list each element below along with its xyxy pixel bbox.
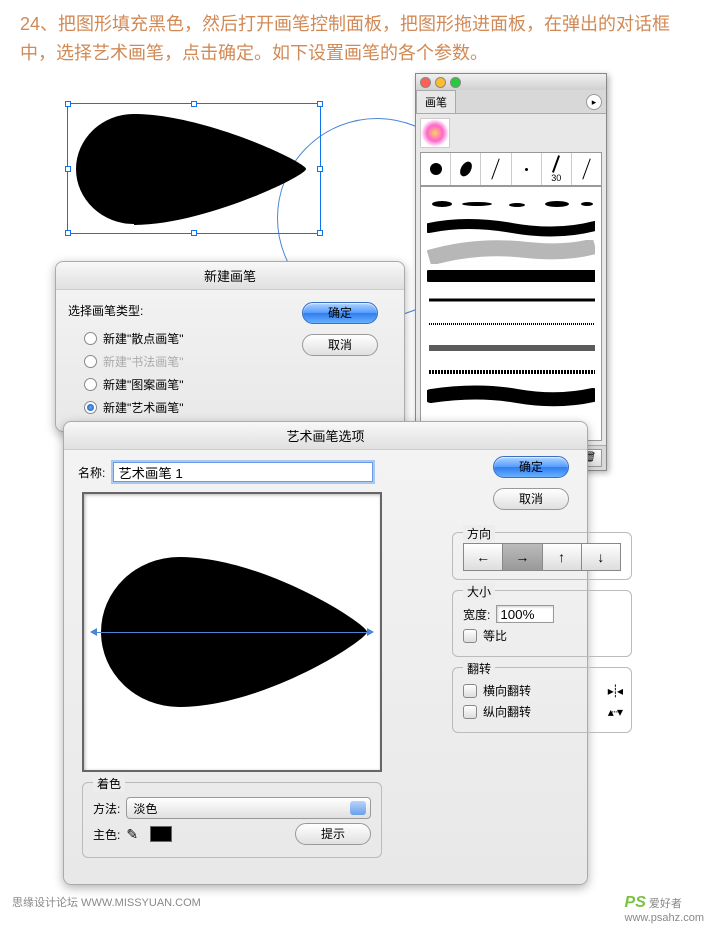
name-input[interactable] (113, 462, 373, 482)
ps-logo: PS (625, 894, 646, 911)
ratio-checkbox[interactable] (463, 629, 477, 643)
stroke-item[interactable] (427, 361, 595, 383)
brush-list[interactable] (420, 186, 602, 441)
flip-h-label: 横向翻转 (483, 682, 531, 699)
ratio-label: 等比 (483, 627, 507, 644)
dir-left-button[interactable]: ← (464, 544, 503, 570)
flip-v-checkbox[interactable] (463, 705, 477, 719)
stroke-item[interactable] (427, 337, 595, 359)
direction-group: 方向 ← → ↑ ↓ (452, 532, 632, 580)
handle-tl[interactable] (65, 101, 71, 107)
brush-round[interactable] (421, 153, 451, 185)
handle-mr[interactable] (317, 166, 323, 172)
brand-text: 爱好者 (649, 898, 682, 910)
brush-preview (82, 492, 382, 772)
zoom-icon[interactable] (450, 77, 461, 88)
panel-menu-button[interactable]: ▸ (586, 94, 602, 110)
handle-tr[interactable] (317, 101, 323, 107)
step-text: 把图形填充黑色，然后打开画笔控制面板，把图形拖进面板，在弹出的对话框中，选择艺术… (20, 14, 670, 63)
direction-line (96, 632, 368, 633)
handle-ml[interactable] (65, 166, 71, 172)
group-title: 着色 (93, 775, 125, 792)
cancel-button[interactable]: 取消 (302, 334, 378, 356)
stroke-item[interactable] (427, 289, 595, 311)
stroke-item[interactable] (427, 265, 595, 287)
teardrop-shape[interactable] (74, 112, 314, 227)
color-swatch[interactable] (150, 826, 172, 842)
handle-bl[interactable] (65, 230, 71, 236)
panel-titlebar[interactable] (416, 74, 606, 90)
tab-brushes[interactable]: 画笔 (416, 90, 456, 113)
brush-thumbnails: 30 (420, 152, 602, 186)
footer-url: www.psahz.com (625, 912, 704, 924)
brush-dot[interactable] (512, 153, 542, 185)
radio-calligraphy: 新建"书法画笔" (68, 350, 302, 373)
radio-pattern[interactable]: 新建"图案画笔" (68, 373, 302, 396)
stroke-item[interactable] (427, 385, 595, 407)
flip-v-label: 纵向翻转 (483, 703, 531, 720)
group-title: 翻转 (463, 660, 495, 677)
width-input[interactable] (496, 605, 554, 623)
arrow-right-icon (367, 628, 374, 636)
brush-panel: 画笔 ▸ 30 ✂ ✎ ⎘ 🗑 (415, 73, 607, 471)
radio-scatter[interactable]: 新建"散点画笔" (68, 327, 302, 350)
selection-box[interactable] (67, 103, 321, 234)
color-group: 着色 方法: 淡色 主色: ✎ 提示 (82, 782, 382, 858)
method-select[interactable]: 淡色 (126, 797, 371, 819)
type-label: 选择画笔类型: (68, 302, 302, 319)
step-number: 24、 (20, 14, 58, 34)
hint-button[interactable]: 提示 (295, 823, 371, 845)
dialog-title: 新建画笔 (56, 262, 404, 290)
flip-h-icon: ▸┊◂ (608, 684, 621, 698)
flip-v-icon: ▴┈▾ (608, 705, 621, 719)
dialog-title: 艺术画笔选项 (64, 422, 587, 450)
radio-art[interactable]: 新建"艺术画笔" (68, 396, 302, 419)
art-brush-options-dialog: 艺术画笔选项 名称: 确定 取消 方向 ← → ↑ ↓ (63, 421, 588, 885)
method-label: 方法: (93, 800, 120, 817)
name-label: 名称: (78, 464, 105, 481)
brush-oval[interactable] (451, 153, 481, 185)
brush-line1[interactable] (481, 153, 511, 185)
close-icon[interactable] (420, 77, 431, 88)
footer-left: 思缘设计论坛 WWW.MISSYUAN.COM (12, 894, 201, 924)
cancel-button[interactable]: 取消 (493, 488, 569, 510)
page-footer: 思缘设计论坛 WWW.MISSYUAN.COM PS 爱好者 www.psahz.… (0, 890, 716, 928)
ok-button[interactable]: 确定 (302, 302, 378, 324)
dir-up-button[interactable]: ↑ (543, 544, 582, 570)
handle-bm[interactable] (191, 230, 197, 236)
dir-down-button[interactable]: ↓ (582, 544, 620, 570)
stroke-item[interactable] (427, 241, 595, 263)
arrow-left-icon (90, 628, 97, 636)
width-label: 宽度: (463, 606, 490, 623)
dir-right-button[interactable]: → (503, 544, 542, 570)
minimize-icon[interactable] (435, 77, 446, 88)
stroke-item[interactable] (427, 193, 595, 215)
main-color-label: 主色: (93, 826, 120, 843)
canvas-selection (67, 103, 407, 283)
ok-button[interactable]: 确定 (493, 456, 569, 478)
brush-30[interactable]: 30 (542, 153, 572, 185)
new-brush-dialog: 新建画笔 选择画笔类型: 新建"散点画笔" 新建"书法画笔" 新建"图案画笔" … (55, 261, 405, 432)
stroke-item[interactable] (427, 313, 595, 335)
eyedropper-icon[interactable]: ✎ (126, 826, 144, 843)
flip-group: 翻转 横向翻转 ▸┊◂ 纵向翻转 ▴┈▾ (452, 667, 632, 733)
handle-tm[interactable] (191, 101, 197, 107)
size-group: 大小 宽度: 等比 (452, 590, 632, 657)
group-title: 方向 (463, 525, 495, 542)
brush-line2[interactable] (572, 153, 601, 185)
group-title: 大小 (463, 583, 495, 600)
stroke-item[interactable] (427, 217, 595, 239)
handle-br[interactable] (317, 230, 323, 236)
flip-h-checkbox[interactable] (463, 684, 477, 698)
gradient-swatch[interactable] (420, 118, 450, 148)
